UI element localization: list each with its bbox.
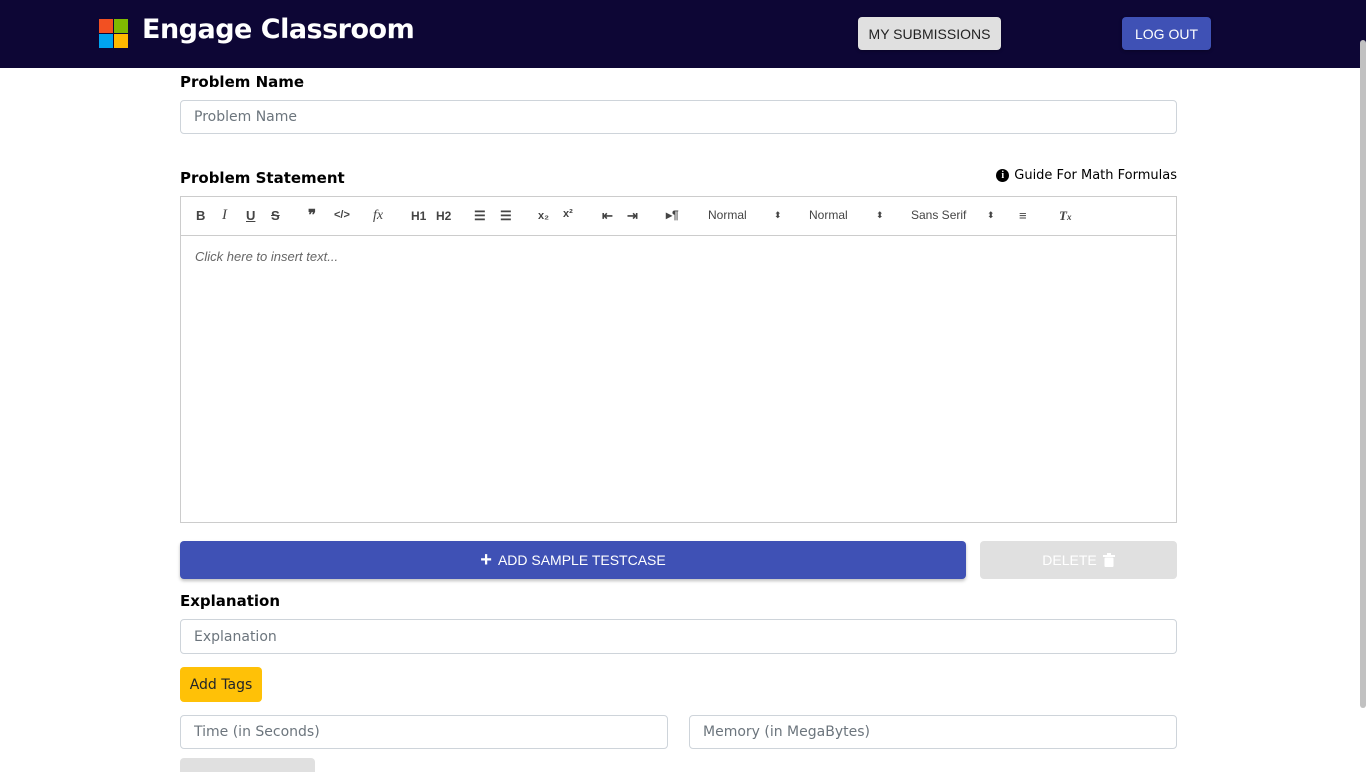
add-tags-button[interactable]: Add Tags <box>180 667 262 702</box>
partial-button[interactable] <box>180 758 315 772</box>
delete-label: DELETE <box>1042 552 1097 568</box>
explanation-label: Explanation <box>180 592 281 610</box>
text-direction-icon[interactable]: ▸¶ <box>666 208 679 222</box>
explanation-field[interactable] <box>180 619 1177 654</box>
rich-text-editor[interactable]: B I U S ❞ </> fx H1 H2 ☰ ☰ x₂ x² ⇤ ⇥ ▸¶ … <box>180 196 1177 523</box>
trash-icon <box>1102 553 1115 567</box>
memory-limit-field[interactable] <box>689 715 1177 749</box>
brand-title[interactable]: Engage Classroom <box>142 14 415 45</box>
italic-icon[interactable]: I <box>222 207 227 224</box>
size-select-value: Normal <box>809 208 848 222</box>
size-select[interactable]: Normal ⬍ <box>809 208 889 222</box>
underline-icon[interactable]: U <box>246 208 255 223</box>
strike-icon[interactable]: S <box>271 208 280 223</box>
heading2-icon[interactable]: H2 <box>436 209 451 223</box>
font-select-value: Sans Serif <box>911 208 967 222</box>
outdent-icon[interactable]: ⇤ <box>602 208 613 224</box>
time-limit-field[interactable] <box>180 715 668 749</box>
header-select[interactable]: Normal ⬍ <box>708 208 788 222</box>
superscript-icon[interactable]: x² <box>563 208 573 220</box>
problem-name-label: Problem Name <box>180 73 305 91</box>
indent-icon[interactable]: ⇥ <box>627 208 638 224</box>
select-arrows-icon: ⬍ <box>876 210 884 220</box>
math-guide-label: Guide For Math Formulas <box>1014 168 1177 183</box>
editor-placeholder: Click here to insert text... <box>195 249 339 264</box>
add-sample-testcase-button[interactable]: + ADD SAMPLE TESTCASE <box>180 541 966 579</box>
ordered-list-icon[interactable]: ☰ <box>474 208 486 224</box>
problem-statement-label: Problem Statement <box>180 169 345 187</box>
select-arrows-icon: ⬍ <box>987 210 995 220</box>
top-navbar: Engage Classroom MY SUBMISSIONS LOG OUT <box>0 0 1366 68</box>
problem-name-field[interactable] <box>180 100 1177 134</box>
editor-toolbar: B I U S ❞ </> fx H1 H2 ☰ ☰ x₂ x² ⇤ ⇥ ▸¶ … <box>181 197 1176 236</box>
formula-icon[interactable]: fx <box>373 208 383 224</box>
blockquote-icon[interactable]: ❞ <box>308 206 316 224</box>
bold-icon[interactable]: B <box>196 208 205 223</box>
microsoft-logo-icon <box>99 19 128 48</box>
delete-button[interactable]: DELETE <box>980 541 1177 579</box>
font-select[interactable]: Sans Serif ⬍ <box>911 208 1001 222</box>
select-arrows-icon: ⬍ <box>774 210 782 220</box>
bullet-list-icon[interactable]: ☰ <box>500 208 512 224</box>
page-scrollbar[interactable] <box>1360 40 1366 708</box>
logout-button[interactable]: LOG OUT <box>1122 17 1211 50</box>
header-select-value: Normal <box>708 208 747 222</box>
explanation-input[interactable] <box>192 627 1165 646</box>
plus-icon: + <box>480 549 492 571</box>
math-guide-link[interactable]: i Guide For Math Formulas <box>996 168 1177 183</box>
my-submissions-button[interactable]: MY SUBMISSIONS <box>858 17 1001 50</box>
add-testcase-label: ADD SAMPLE TESTCASE <box>497 552 666 568</box>
info-icon: i <box>996 169 1010 182</box>
code-block-icon[interactable]: </> <box>334 209 350 221</box>
subscript-icon[interactable]: x₂ <box>538 210 549 222</box>
editor-content[interactable]: Click here to insert text... <box>181 236 1176 277</box>
align-icon[interactable]: ≡ <box>1019 208 1027 223</box>
time-limit-input[interactable] <box>192 723 656 741</box>
memory-limit-input[interactable] <box>701 723 1165 741</box>
heading1-icon[interactable]: H1 <box>411 209 426 223</box>
problem-name-input[interactable] <box>192 108 1165 126</box>
clear-format-icon[interactable]: Tx <box>1059 208 1071 224</box>
